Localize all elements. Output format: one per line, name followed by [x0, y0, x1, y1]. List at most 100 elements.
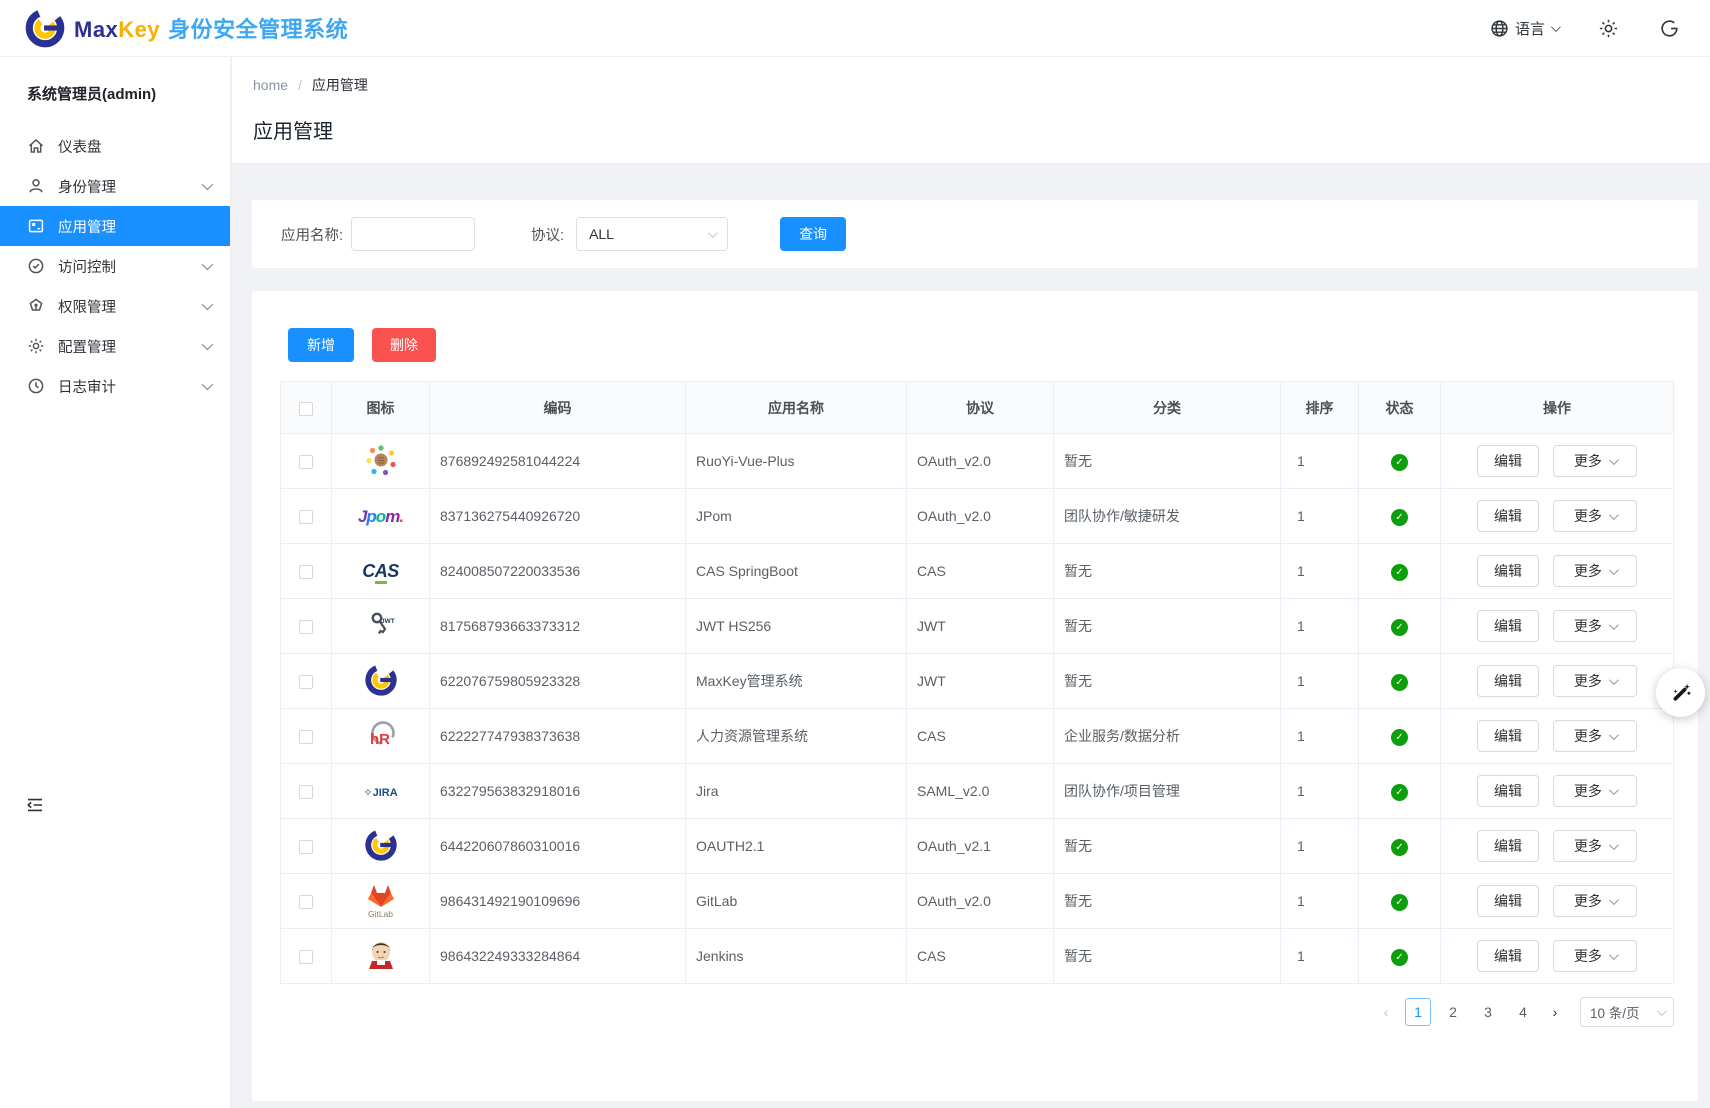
edit-button[interactable]: 编辑	[1477, 445, 1539, 477]
edit-button[interactable]: 编辑	[1477, 940, 1539, 972]
header-actions: 操作	[1441, 382, 1674, 434]
sidebar-item-audit-log[interactable]: 日志审计	[0, 366, 230, 406]
table-row: 622076759805923328 MaxKey管理系统 JWT 暂无 1 ✓…	[281, 654, 1674, 709]
status-enabled-icon: ✓	[1391, 454, 1408, 471]
row-checkbox[interactable]	[299, 730, 313, 744]
app-protocol: CAS	[907, 709, 1054, 764]
edit-button[interactable]: 编辑	[1477, 830, 1539, 862]
row-checkbox[interactable]	[299, 950, 313, 964]
app-sort: 1	[1281, 874, 1359, 929]
user-icon	[27, 177, 45, 195]
language-dropdown[interactable]: 语言	[1490, 18, 1558, 39]
app-code: 817568793663373312	[430, 599, 686, 654]
app-code: 876892492581044224	[430, 434, 686, 489]
table-row: 876892492581044224 RuoYi-Vue-Plus OAuth_…	[281, 434, 1674, 489]
more-button[interactable]: 更多	[1553, 830, 1637, 862]
edit-button[interactable]: 编辑	[1477, 555, 1539, 587]
more-button[interactable]: 更多	[1553, 720, 1637, 752]
page-header: home / 应用管理 应用管理	[232, 57, 1710, 164]
pagination: ‹ 1 2 3 4 › 10 条/页	[1376, 996, 1674, 1028]
row-checkbox[interactable]	[299, 565, 313, 579]
row-checkbox[interactable]	[299, 785, 313, 799]
app-category: 团队协作/敏捷研发	[1054, 489, 1281, 544]
more-button[interactable]: 更多	[1553, 500, 1637, 532]
app-protocol: OAuth_v2.0	[907, 434, 1054, 489]
more-button[interactable]: 更多	[1553, 775, 1637, 807]
app-name-label: 应用名称:	[281, 224, 343, 245]
breadcrumb: home / 应用管理	[253, 75, 1710, 95]
edit-button[interactable]: 编辑	[1477, 775, 1539, 807]
sidebar-item-permissions[interactable]: 权限管理	[0, 286, 230, 326]
add-button[interactable]: 新增	[288, 328, 354, 362]
app-name: JWT HS256	[686, 599, 907, 654]
row-checkbox[interactable]	[299, 675, 313, 689]
protocol-select[interactable]: ALL	[576, 217, 728, 251]
search-button[interactable]: 查询	[780, 217, 846, 251]
edit-button[interactable]: 编辑	[1477, 885, 1539, 917]
table-row: CAS 824008507220033536 CAS SpringBoot CA…	[281, 544, 1674, 599]
app-name: JPom	[686, 489, 907, 544]
breadcrumb-home-link[interactable]: home	[253, 77, 288, 93]
sidebar-item-applications[interactable]: 应用管理	[0, 206, 230, 246]
app-protocol: CAS	[907, 544, 1054, 599]
page-button-2[interactable]: 2	[1440, 998, 1466, 1026]
svg-text:hR: hR	[370, 731, 390, 748]
sidebar-item-identity[interactable]: 身份管理	[0, 166, 230, 206]
more-button[interactable]: 更多	[1553, 555, 1637, 587]
edit-button[interactable]: 编辑	[1477, 665, 1539, 697]
more-button[interactable]: 更多	[1553, 610, 1637, 642]
page-button-1[interactable]: 1	[1405, 998, 1431, 1026]
status-enabled-icon: ✓	[1391, 729, 1408, 746]
apps-icon	[27, 217, 45, 235]
row-checkbox[interactable]	[299, 455, 313, 469]
app-sort: 1	[1281, 654, 1359, 709]
app-sort: 1	[1281, 489, 1359, 544]
main-content: home / 应用管理 应用管理 应用名称: 协议: ALL 查询 新增 删除	[232, 57, 1710, 1108]
sidebar-item-dashboard[interactable]: 仪表盘	[0, 126, 230, 166]
more-button[interactable]: 更多	[1553, 940, 1637, 972]
header-sort: 排序	[1281, 382, 1359, 434]
next-page-button[interactable]: ›	[1545, 1004, 1565, 1020]
cas-logo: CAS	[362, 562, 399, 580]
chevron-down-icon	[1609, 840, 1619, 850]
select-all-checkbox[interactable]	[299, 402, 313, 416]
edit-button[interactable]: 编辑	[1477, 610, 1539, 642]
page-button-4[interactable]: 4	[1510, 998, 1536, 1026]
more-button[interactable]: 更多	[1553, 445, 1637, 477]
page-button-3[interactable]: 3	[1475, 998, 1501, 1026]
page-size-select[interactable]: 10 条/页	[1580, 997, 1674, 1027]
row-checkbox[interactable]	[299, 510, 313, 524]
app-name-input[interactable]	[351, 217, 475, 251]
edit-button[interactable]: 编辑	[1477, 720, 1539, 752]
more-button[interactable]: 更多	[1553, 665, 1637, 697]
table-row: 986432249333284864 Jenkins CAS 暂无 1 ✓ 编辑…	[281, 929, 1674, 984]
app-code: 632279563832918016	[430, 764, 686, 819]
edit-button[interactable]: 编辑	[1477, 500, 1539, 532]
settings-gear-icon[interactable]	[1598, 18, 1619, 39]
globe-icon	[1490, 19, 1509, 38]
sidebar-item-configuration[interactable]: 配置管理	[0, 326, 230, 366]
app-sort: 1	[1281, 709, 1359, 764]
chevron-down-icon	[202, 339, 213, 350]
app-protocol: OAuth_v2.0	[907, 489, 1054, 544]
app-code: 824008507220033536	[430, 544, 686, 599]
logout-icon[interactable]	[1659, 18, 1680, 39]
current-user-label: 系统管理员(admin)	[0, 57, 230, 104]
brand: MaxKey身份安全管理系统	[24, 7, 348, 49]
row-checkbox[interactable]	[299, 895, 313, 909]
chevron-down-icon	[708, 228, 718, 238]
sidebar-item-access-control[interactable]: 访问控制	[0, 246, 230, 286]
chevron-down-icon	[202, 379, 213, 390]
previous-page-button[interactable]: ‹	[1376, 1004, 1396, 1020]
row-checkbox[interactable]	[299, 840, 313, 854]
status-enabled-icon: ✓	[1391, 894, 1408, 911]
app-sort: 1	[1281, 764, 1359, 819]
app-sort: 1	[1281, 434, 1359, 489]
app-protocol: JWT	[907, 654, 1054, 709]
row-checkbox[interactable]	[299, 620, 313, 634]
more-button[interactable]: 更多	[1553, 885, 1637, 917]
sidebar-collapse-icon[interactable]	[25, 795, 45, 815]
magic-wand-floating-button[interactable]	[1656, 668, 1705, 717]
delete-button[interactable]: 删除	[372, 328, 436, 362]
app-name: CAS SpringBoot	[686, 544, 907, 599]
